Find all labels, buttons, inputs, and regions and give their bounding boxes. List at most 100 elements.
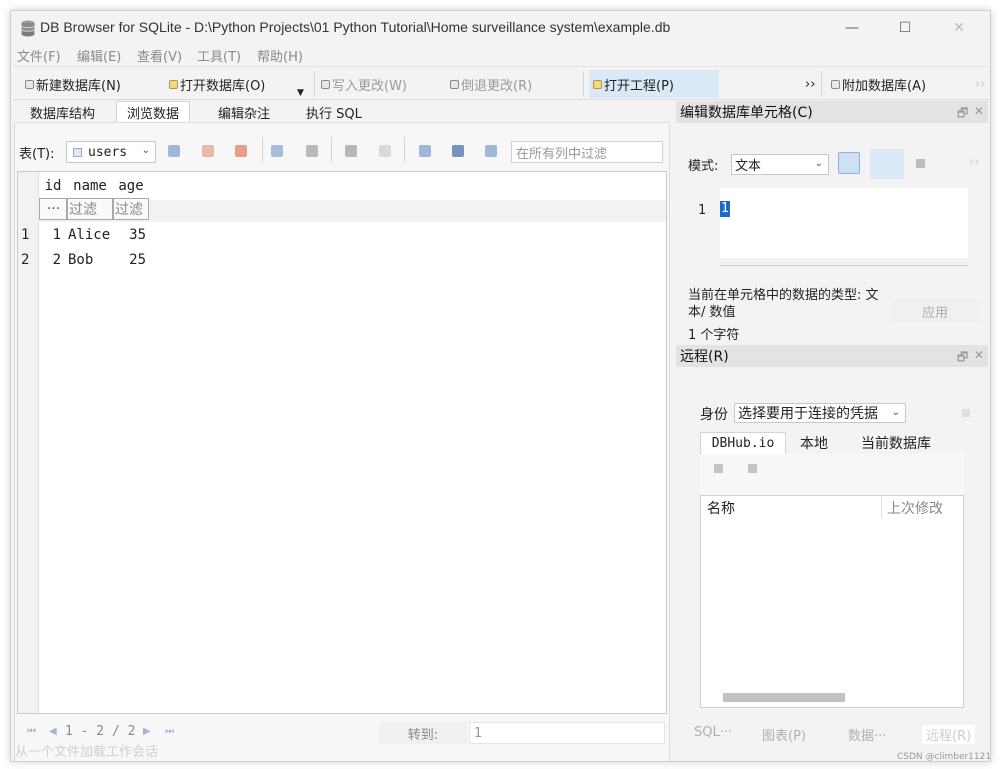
refresh-icon[interactable] xyxy=(168,145,180,157)
type-info: 当前在单元格中的数据的类型: 文本/ 数值 xyxy=(688,288,879,320)
open-database-button[interactable]: 打开数据库(O) xyxy=(169,70,265,98)
horizontal-scrollbar[interactable] xyxy=(723,693,845,702)
cell-name[interactable]: Alice xyxy=(68,227,110,243)
chevron-down-icon: ⌄ xyxy=(814,158,823,169)
tab-sql-log[interactable]: SQL··· xyxy=(694,725,732,740)
go-to-top-icon[interactable] xyxy=(419,145,431,157)
row-number[interactable]: 2 xyxy=(21,252,29,268)
remote-panel: 身份 选择要用于连接的凭据 ⌄ DBHub.io 本地 当前数据库 名称 上次修… xyxy=(676,356,988,736)
close-icon[interactable]: ✕ xyxy=(974,104,984,118)
insert-record-icon[interactable] xyxy=(345,145,357,157)
word-wrap-icon[interactable] xyxy=(870,149,904,179)
filter-all-columns-input[interactable]: 在所有列中过滤 xyxy=(511,141,663,163)
last-page-icon[interactable]: ⏭ xyxy=(165,726,174,737)
tab-dbhub[interactable]: DBHub.io xyxy=(700,432,786,454)
save-table-icon[interactable] xyxy=(271,145,283,157)
clear-sort-icon[interactable] xyxy=(235,145,247,157)
minimize-button[interactable]: — xyxy=(829,16,875,40)
column-header-name[interactable]: name xyxy=(67,174,113,198)
cell-editor[interactable] xyxy=(720,188,968,258)
table-select-value: users xyxy=(88,144,128,160)
column-header-age[interactable]: age xyxy=(113,174,149,198)
browse-data-panel: 表(T): users ⌄ 在所有列中过滤 id name age ··· 过滤… xyxy=(14,122,670,761)
char-count: 1 个字符 xyxy=(688,328,740,343)
filter-name-input[interactable]: 过滤 xyxy=(67,198,113,220)
open-project-button[interactable]: 打开工程(P) xyxy=(589,70,719,98)
tab-current-database[interactable]: 当前数据库 xyxy=(846,432,946,454)
main-toolbar: 新建数据库(N) 打开数据库(O) ▼ 写入更改(W) 倒退更改(R) 打开工程… xyxy=(13,66,990,100)
editor-line-number: 1 xyxy=(698,203,706,218)
cell-age[interactable]: 35 xyxy=(129,227,146,243)
column-header-id[interactable]: id xyxy=(39,174,67,198)
column-header-name[interactable]: 名称 xyxy=(707,498,735,518)
column-header-last-modified[interactable]: 上次修改 xyxy=(887,498,943,518)
menu-view[interactable]: 查看(V) xyxy=(137,46,182,65)
tab-database-structure[interactable]: 数据库结构 xyxy=(20,101,105,123)
print-icon[interactable] xyxy=(306,145,318,157)
previous-page-icon[interactable]: ◀ xyxy=(49,726,57,737)
delete-record-icon[interactable] xyxy=(379,145,391,157)
filter-age-input[interactable]: 过滤 xyxy=(113,198,149,220)
apply-button[interactable]: 应用 xyxy=(890,299,980,323)
revert-changes-label: 倒退更改(R) xyxy=(461,78,533,94)
table-select[interactable]: users ⌄ xyxy=(66,141,156,163)
first-page-icon[interactable]: ⏮ xyxy=(27,726,36,737)
menu-tools[interactable]: 工具(T) xyxy=(197,46,241,65)
menu-help[interactable]: 帮助(H) xyxy=(257,46,303,65)
auto-format-icon[interactable] xyxy=(838,152,860,174)
identity-select[interactable]: 选择要用于连接的凭据 ⌄ xyxy=(734,403,906,423)
new-database-icon xyxy=(25,79,34,89)
cell-name[interactable]: Bob xyxy=(68,252,93,268)
identity-select-value: 选择要用于连接的凭据 xyxy=(738,406,878,422)
tab-local[interactable]: 本地 xyxy=(788,432,840,454)
find-replace-icon[interactable] xyxy=(485,145,497,157)
clear-filters-icon[interactable] xyxy=(202,145,214,157)
mode-select[interactable]: 文本 ⌄ xyxy=(731,154,829,175)
remote-settings-icon[interactable] xyxy=(962,409,970,417)
goto-input[interactable]: 1 xyxy=(469,722,665,744)
open-project-label: 打开工程(P) xyxy=(604,78,674,94)
dock-bottom-tabs: SQL··· 图表(P) 数据··· 远程(R) xyxy=(676,722,988,744)
chevron-down-icon: ⌄ xyxy=(141,145,150,156)
tab-browse-data[interactable]: 浏览数据 xyxy=(116,101,191,123)
title-bar: DB Browser for SQLite - D:\Python Projec… xyxy=(11,11,990,45)
next-page-icon[interactable]: ▶ xyxy=(143,726,151,737)
row-number[interactable]: 1 xyxy=(21,227,29,243)
tab-execute-sql[interactable]: 执行 SQL xyxy=(296,101,372,123)
maximize-button[interactable]: ☐ xyxy=(882,16,928,40)
clone-icon[interactable] xyxy=(748,464,757,473)
filter-id-input[interactable]: ··· xyxy=(39,198,67,220)
watermark: CSDN @climber1121 xyxy=(897,752,992,762)
revert-changes-button[interactable]: 倒退更改(R) xyxy=(450,70,532,98)
refresh-icon[interactable] xyxy=(714,464,723,473)
menu-edit[interactable]: 编辑(E) xyxy=(77,46,121,65)
write-changes-button[interactable]: 写入更改(W) xyxy=(321,70,407,98)
open-database-icon xyxy=(169,79,178,89)
editor-value[interactable]: 1 xyxy=(720,201,730,217)
edit-cell-overflow[interactable]: ›› xyxy=(969,155,979,170)
goto-button[interactable]: 转到: xyxy=(379,722,467,744)
identity-label: 身份 xyxy=(700,407,728,423)
toolbar-overflow-button-2[interactable]: ›› xyxy=(975,70,985,98)
edit-cell-dock-title: 编辑数据库单元格(C) 🗗 ✕ xyxy=(676,101,988,123)
menu-bar: 文件(F) 编辑(E) 查看(V) 工具(T) 帮助(H) xyxy=(11,45,990,65)
attach-database-button[interactable]: 附加数据库(A) xyxy=(831,70,926,98)
cell-id[interactable]: 2 xyxy=(53,252,61,268)
tab-edit-pragmas[interactable]: 编辑杂注 xyxy=(208,101,280,123)
tab-remote[interactable]: 远程(R) xyxy=(922,725,976,744)
attach-database-icon xyxy=(831,79,840,89)
float-icon[interactable]: 🗗 xyxy=(957,104,968,125)
new-database-label: 新建数据库(N) xyxy=(36,78,121,94)
toolbar-overflow-button[interactable]: ›› xyxy=(805,70,815,98)
menu-file[interactable]: 文件(F) xyxy=(17,46,61,65)
table-icon xyxy=(73,147,82,157)
close-button[interactable]: ✕ xyxy=(936,16,982,40)
new-database-button[interactable]: 新建数据库(N) xyxy=(25,70,121,98)
cell-id[interactable]: 1 xyxy=(53,227,61,243)
cell-age[interactable]: 25 xyxy=(129,252,146,268)
data-grid: id name age ··· 过滤 过滤 1 1 Alice 35 2 2 B… xyxy=(17,171,667,714)
tab-schema[interactable]: 数据··· xyxy=(848,725,886,744)
find-icon[interactable] xyxy=(452,145,464,157)
import-icon[interactable] xyxy=(916,159,925,168)
tab-plot[interactable]: 图表(P) xyxy=(762,725,806,744)
